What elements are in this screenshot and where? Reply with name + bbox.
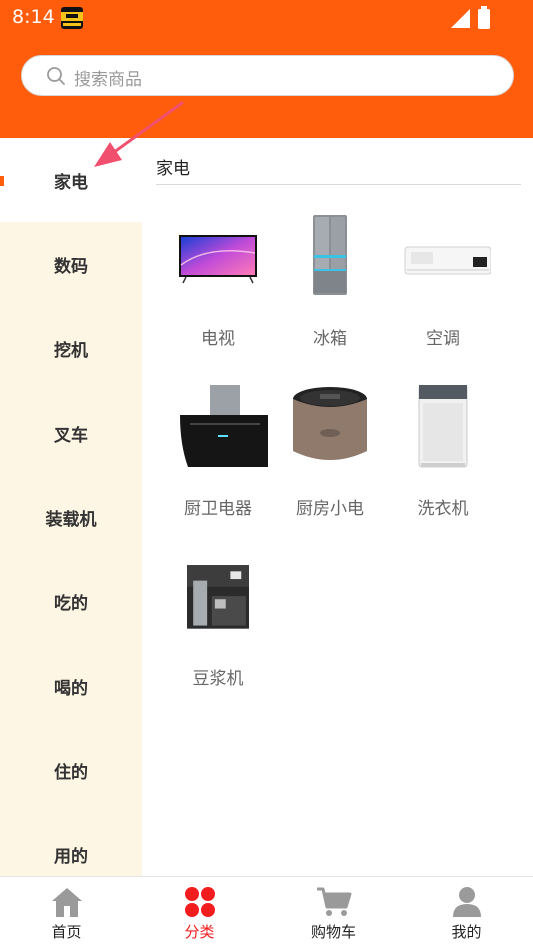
tv-image: [179, 235, 257, 284]
nav-profile[interactable]: 我的: [400, 877, 533, 947]
sidebar-item-label: 家电: [54, 172, 88, 193]
category-content: 家电 电视 冰箱 空调 厨卫电器 厨房小电 洗衣机 豆浆机: [142, 138, 533, 876]
product-fridge[interactable]: 冰箱: [275, 215, 385, 365]
home-icon: [51, 888, 82, 917]
product-washing-machine[interactable]: 洗衣机: [388, 385, 498, 535]
search-input[interactable]: 搜索商品: [21, 55, 514, 96]
active-indicator: [0, 176, 4, 186]
profile-icon: [452, 887, 481, 917]
status-bar: 8:14: [0, 0, 533, 34]
rice-cooker-image: [293, 387, 367, 460]
signal-icon: [451, 9, 470, 28]
sidebar-item-drinks[interactable]: 喝的: [0, 644, 142, 728]
battery-icon: [478, 6, 490, 29]
nav-label: 分类: [184, 923, 215, 941]
search-placeholder: 搜索商品: [74, 70, 142, 90]
cart-icon: [316, 887, 351, 916]
nav-label: 首页: [51, 923, 82, 941]
product-label: 豆浆机: [192, 669, 244, 689]
sidebar-item-label: 挖机: [54, 340, 88, 361]
product-air-conditioner[interactable]: 空调: [388, 215, 498, 365]
sidebar-item-label: 数码: [54, 256, 88, 277]
sidebar-item-food[interactable]: 吃的: [0, 559, 142, 643]
sidebar-item-housing[interactable]: 住的: [0, 728, 142, 812]
product-label: 洗衣机: [417, 499, 469, 519]
nav-cart[interactable]: 购物车: [267, 877, 400, 947]
sidebar-item-label: 喝的: [54, 678, 88, 699]
air-conditioner-image: [404, 246, 491, 275]
sidebar-item-loader[interactable]: 装载机: [0, 475, 142, 559]
product-label: 空调: [426, 329, 460, 349]
sidebar-item-label: 住的: [54, 762, 88, 783]
nav-home[interactable]: 首页: [0, 877, 133, 947]
sidebar-item-label: 装载机: [45, 509, 97, 530]
section-title: 家电: [156, 159, 190, 179]
header: 8:14 搜索商品: [0, 0, 533, 138]
sidebar-item-excavator[interactable]: 挖机: [0, 306, 142, 390]
nav-label: 我的: [451, 923, 482, 941]
nav-label: 购物车: [310, 923, 356, 941]
product-soymilk-maker[interactable]: 豆浆机: [163, 555, 273, 705]
category-screen: 8:14 搜索商品 家电 数码 挖机 叉车 装载机 吃的 喝的 住的 用的 家电…: [0, 0, 533, 947]
sidebar-item-appliances[interactable]: 家电: [0, 138, 142, 222]
product-label: 电视: [201, 329, 235, 349]
product-small-kitchen-appliance[interactable]: 厨房小电: [275, 385, 385, 535]
fridge-image: [313, 215, 347, 295]
range-hood-image: [180, 385, 268, 467]
category-icon: [184, 887, 215, 917]
washing-machine-image: [418, 385, 468, 468]
status-icons: [425, 6, 495, 29]
sidebar-item-label: 用的: [54, 846, 88, 867]
sidebar-item-forklift[interactable]: 叉车: [0, 391, 142, 475]
product-tv[interactable]: 电视: [163, 215, 273, 365]
kitchen-scene-image: [187, 565, 249, 629]
status-time: 8:14: [12, 6, 55, 28]
search-icon: [47, 67, 65, 85]
app-notification-icon: [61, 7, 83, 29]
product-label: 厨卫电器: [184, 499, 252, 519]
product-label: 冰箱: [313, 329, 347, 349]
nav-category[interactable]: 分类: [133, 877, 266, 947]
bottom-nav: 首页 分类 购物车 我的: [0, 876, 533, 947]
product-label: 厨房小电: [296, 499, 364, 519]
product-kitchen-appliance[interactable]: 厨卫电器: [163, 385, 273, 535]
sidebar-item-label: 叉车: [54, 425, 88, 446]
section-divider: [156, 184, 521, 185]
sidebar-item-digital[interactable]: 数码: [0, 222, 142, 306]
sidebar-item-label: 吃的: [54, 593, 88, 614]
category-sidebar: 家电 数码 挖机 叉车 装载机 吃的 喝的 住的 用的: [0, 138, 142, 876]
